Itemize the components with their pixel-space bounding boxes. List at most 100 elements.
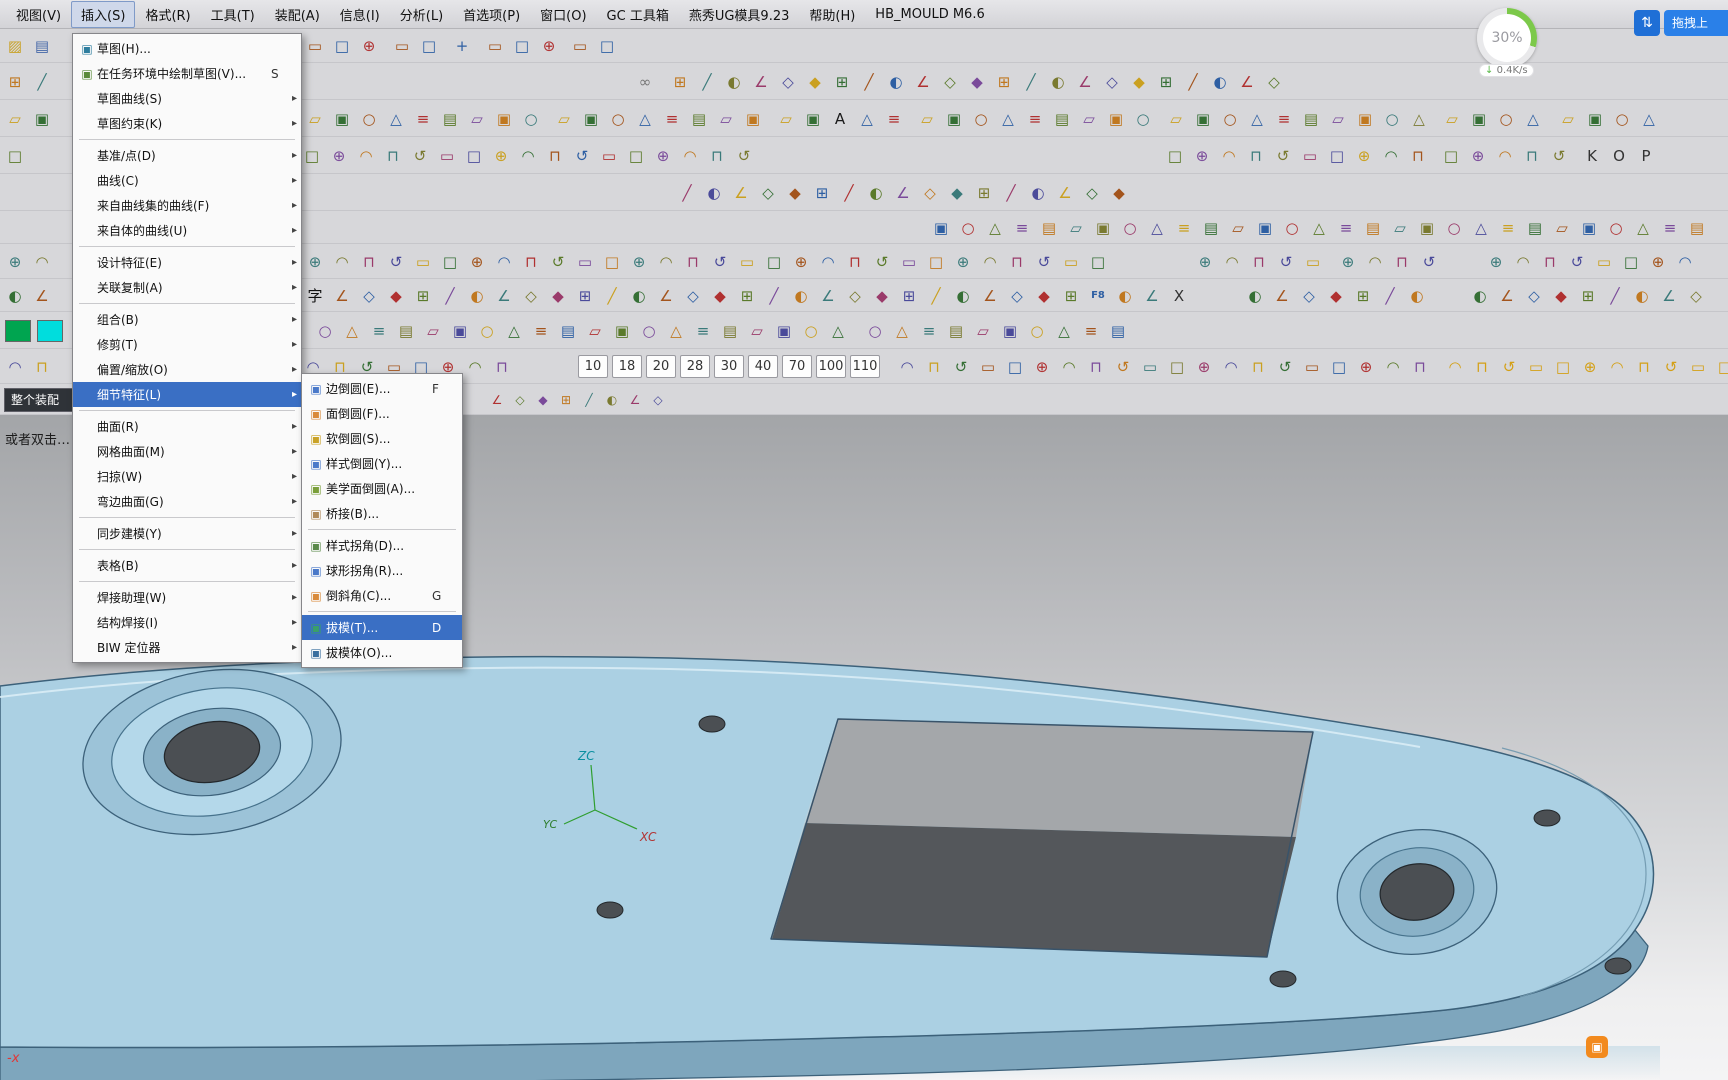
- toolbar-icon[interactable]: ▭: [434, 144, 460, 168]
- toolbar-icon[interactable]: ↺: [869, 250, 895, 274]
- toolbar-icon[interactable]: □: [1550, 355, 1576, 379]
- toolbar-icon[interactable]: ↺: [383, 250, 409, 274]
- toolbar-icon[interactable]: ○: [518, 107, 544, 131]
- toolbar-icon[interactable]: ╱: [761, 284, 787, 308]
- toolbar-icon[interactable]: ▣: [997, 319, 1023, 343]
- toolbar-icon[interactable]: ↺: [1270, 144, 1296, 168]
- toolbar-icon[interactable]: ○: [955, 216, 981, 240]
- toolbar-icon[interactable]: ∠: [890, 181, 916, 205]
- toolbar-icon[interactable]: ∞: [632, 70, 658, 94]
- toolbar-icon[interactable]: □: [623, 144, 649, 168]
- snap-number-button[interactable]: 30: [714, 355, 744, 378]
- toolbar-icon[interactable]: ▤: [437, 107, 463, 131]
- menu-item-table[interactable]: 表格(B)▸: [73, 553, 301, 578]
- toolbar-icon[interactable]: △: [501, 319, 527, 343]
- toolbar-icon[interactable]: ↺: [1273, 250, 1299, 274]
- toolbar-icon[interactable]: □: [761, 250, 787, 274]
- toolbar-icon[interactable]: ◐: [1112, 284, 1138, 308]
- toolbar-icon[interactable]: ◆: [802, 70, 828, 94]
- toolbar-icon[interactable]: ⊓: [1246, 250, 1272, 274]
- toolbar-icon[interactable]: ▣: [609, 319, 635, 343]
- toolbar-icon[interactable]: ⊓: [489, 355, 515, 379]
- toolbar-icon[interactable]: ↺: [1564, 250, 1590, 274]
- toolbar-icon[interactable]: ◐: [788, 284, 814, 308]
- toolbar-icon[interactable]: ⊓: [1083, 355, 1109, 379]
- toolbar-icon[interactable]: ╱: [599, 284, 625, 308]
- toolbar-icon[interactable]: □: [461, 144, 487, 168]
- toolbar-icon[interactable]: 字: [302, 284, 328, 308]
- toolbar-icon[interactable]: ∠: [624, 388, 646, 412]
- toolbar-icon[interactable]: ◠: [653, 250, 679, 274]
- toolbar-icon[interactable]: △: [889, 319, 915, 343]
- toolbar-icon[interactable]: △: [1520, 107, 1546, 131]
- toolbar-icon[interactable]: □: [437, 250, 463, 274]
- toolbar-icon[interactable]: ≡: [1271, 107, 1297, 131]
- toolbar-icon[interactable]: ◠: [1604, 355, 1630, 379]
- toolbar-icon[interactable]: ◆: [782, 181, 808, 205]
- toolbar-icon[interactable]: ▱: [2, 107, 28, 131]
- toolbar-icon[interactable]: △: [995, 107, 1021, 131]
- menu-item-associative-copy[interactable]: 关联复制(A)▸: [73, 275, 301, 300]
- toolbar-icon[interactable]: ▭: [389, 34, 415, 58]
- toolbar-icon[interactable]: ▭: [1300, 250, 1326, 274]
- toolbar-icon[interactable]: △: [1406, 107, 1432, 131]
- toolbar-icon[interactable]: ◠: [894, 355, 920, 379]
- toolbar-icon[interactable]: ≡: [881, 107, 907, 131]
- toolbar-icon[interactable]: □: [1326, 355, 1352, 379]
- toolbar-icon[interactable]: ◐: [626, 284, 652, 308]
- toolbar-icon[interactable]: □: [1324, 144, 1350, 168]
- toolbar-icon[interactable]: ▭: [1137, 355, 1163, 379]
- toolbar-icon[interactable]: ▤: [1036, 216, 1062, 240]
- toolbar-icon[interactable]: ◠: [1442, 355, 1468, 379]
- toolbar-icon[interactable]: □: [299, 144, 325, 168]
- toolbar-icon[interactable]: ⊞: [1153, 70, 1179, 94]
- menu-assemblies[interactable]: 装配(A): [265, 1, 330, 28]
- toolbar-icon[interactable]: ⊞: [410, 284, 436, 308]
- toolbar-icon[interactable]: ◇: [917, 181, 943, 205]
- toolbar-icon[interactable]: ○: [312, 319, 338, 343]
- toolbar-icon[interactable]: □: [1438, 144, 1464, 168]
- toolbar-icon[interactable]: ◠: [1672, 250, 1698, 274]
- toolbar-icon[interactable]: ⊓: [380, 144, 406, 168]
- toolbar-icon[interactable]: ∠: [910, 70, 936, 94]
- menu-item-sketch-constraint[interactable]: 草图约束(K)▸: [73, 111, 301, 136]
- toolbar-icon[interactable]: ↺: [1546, 144, 1572, 168]
- toolbar-icon[interactable]: ◠: [1492, 144, 1518, 168]
- toolbar-icon[interactable]: △: [825, 319, 851, 343]
- toolbar-icon[interactable]: ↺: [948, 355, 974, 379]
- color-swatch[interactable]: [5, 320, 31, 342]
- toolbar-icon[interactable]: ◇: [937, 70, 963, 94]
- toolbar-icon[interactable]: ▱: [551, 107, 577, 131]
- toolbar-icon[interactable]: ╱: [437, 284, 463, 308]
- toolbar-icon[interactable]: ◆: [1548, 284, 1574, 308]
- toolbar-icon[interactable]: ▣: [447, 319, 473, 343]
- toolbar-icon[interactable]: ◇: [1099, 70, 1125, 94]
- toolbar-icon[interactable]: ⊞: [829, 70, 855, 94]
- toolbar-icon[interactable]: ◠: [1362, 250, 1388, 274]
- toolbar-icon[interactable]: ▱: [914, 107, 940, 131]
- toolbar-icon[interactable]: ▤: [1105, 319, 1131, 343]
- toolbar-icon[interactable]: □: [599, 250, 625, 274]
- toolbar-icon[interactable]: ∠: [977, 284, 1003, 308]
- menu-item-curve-from-curves[interactable]: 来自曲线集的曲线(F)▸: [73, 193, 301, 218]
- toolbar-icon[interactable]: ▱: [713, 107, 739, 131]
- toolbar-icon[interactable]: ⊕: [302, 250, 328, 274]
- toolbar-icon[interactable]: ≡: [1022, 107, 1048, 131]
- menu-format[interactable]: 格式(R): [135, 1, 200, 28]
- toolbar-icon[interactable]: ╱: [1602, 284, 1628, 308]
- toolbar-icon[interactable]: ≡: [916, 319, 942, 343]
- toolbar-icon[interactable]: □: [329, 34, 355, 58]
- menu-item-combine[interactable]: 组合(B)▸: [73, 307, 301, 332]
- toolbar-icon[interactable]: ◠: [462, 355, 488, 379]
- toolbar-icon[interactable]: ⊞: [1350, 284, 1376, 308]
- toolbar-icon[interactable]: ◆: [383, 284, 409, 308]
- toolbar-icon[interactable]: ◐: [721, 70, 747, 94]
- toolbar-icon[interactable]: ◆: [1106, 181, 1132, 205]
- toolbar-icon[interactable]: ◇: [518, 284, 544, 308]
- submenu-item-styled-corner[interactable]: ▣样式拐角(D)...: [302, 533, 462, 558]
- toolbar-icon[interactable]: □: [1712, 355, 1728, 379]
- menu-yanxiu-ug-mold[interactable]: 燕秀UG模具9.23: [679, 1, 800, 28]
- toolbar-icon[interactable]: ◇: [842, 284, 868, 308]
- toolbar-icon[interactable]: □: [1085, 250, 1111, 274]
- toolbar-icon[interactable]: ◠: [329, 250, 355, 274]
